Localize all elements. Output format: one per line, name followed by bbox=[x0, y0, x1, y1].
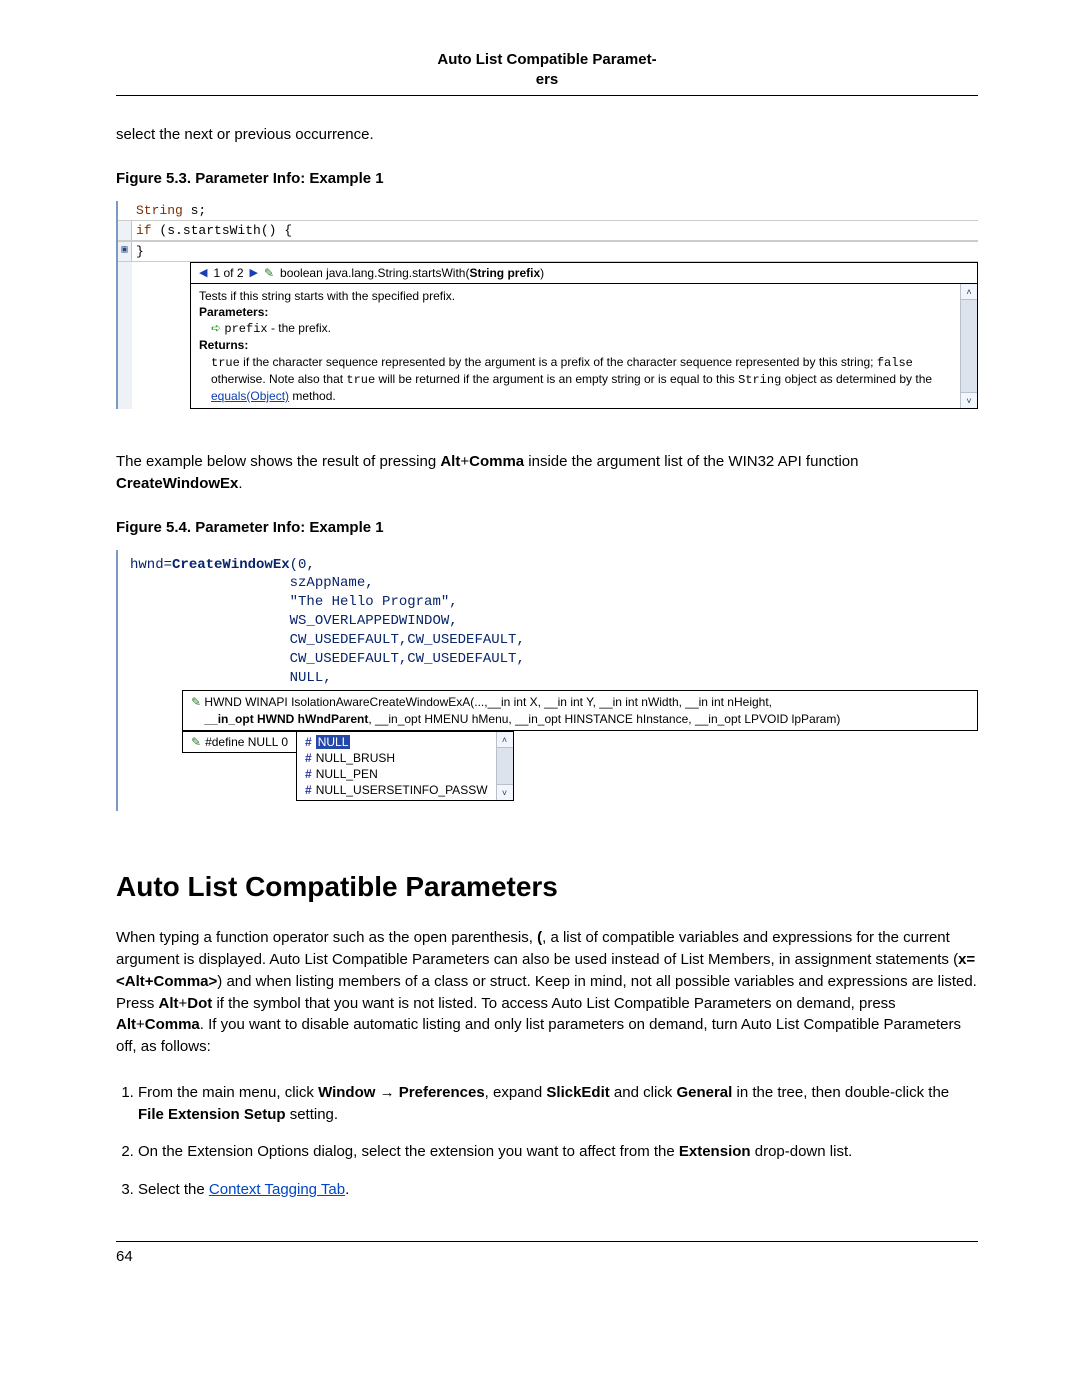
scroll-track[interactable] bbox=[961, 300, 977, 392]
figure-5-3: String s; if (s.startsWith() { ▣ } ◀ 1 o… bbox=[116, 201, 978, 409]
javadoc-box: Tests if this string starts with the spe… bbox=[190, 284, 978, 409]
hash-icon: # bbox=[305, 751, 312, 765]
returns-text: true if the character sequence represent… bbox=[199, 354, 952, 405]
page-number: 64 bbox=[116, 1248, 978, 1265]
section-heading: Auto List Compatible Parameters bbox=[116, 871, 978, 903]
prev-overload-icon[interactable]: ◀ bbox=[199, 266, 207, 279]
completion-item[interactable]: #NULL_PEN bbox=[303, 766, 490, 782]
scroll-up-icon[interactable]: ˄ bbox=[497, 732, 513, 748]
code-line: CW_USEDEFAULT,CW_USEDEFAULT, bbox=[130, 631, 978, 650]
keyword: String bbox=[136, 203, 183, 218]
steps-list: From the main menu, click Window → Prefe… bbox=[116, 1082, 978, 1201]
doc-scrollbar[interactable]: ˄ ˅ bbox=[960, 284, 977, 408]
code-line: CW_USEDEFAULT,CW_USEDEFAULT, bbox=[130, 650, 978, 669]
javadoc-content: Tests if this string starts with the spe… bbox=[191, 284, 960, 408]
hash-icon: # bbox=[305, 767, 312, 781]
code-line-with-gutter: if (s.startsWith() { bbox=[118, 220, 978, 241]
code-line: String s; bbox=[118, 201, 978, 220]
scroll-track[interactable] bbox=[497, 748, 513, 784]
hash-icon: # bbox=[305, 783, 312, 797]
scroll-up-icon[interactable]: ˄ bbox=[961, 284, 977, 300]
completion-scrollbar[interactable]: ˄ ˅ bbox=[496, 732, 513, 800]
header-rule bbox=[116, 95, 978, 96]
tag-icon: ✎ bbox=[191, 695, 201, 709]
scroll-down-icon[interactable]: ˅ bbox=[961, 392, 977, 408]
step-2: On the Extension Options dialog, select … bbox=[138, 1141, 978, 1163]
figure-5-3-caption: Figure 5.3. Parameter Info: Example 1 bbox=[116, 170, 978, 187]
fold-gutter-marker[interactable]: ▣ bbox=[118, 242, 132, 261]
step-1: From the main menu, click Window → Prefe… bbox=[138, 1082, 978, 1126]
tooltip-stack: ◀ 1 of 2 ▶ ✎ boolean java.lang.String.st… bbox=[190, 262, 978, 409]
overload-counter: 1 of 2 bbox=[213, 266, 243, 280]
code-line: NULL, bbox=[130, 669, 978, 688]
step-3: Select the Context Tagging Tab. bbox=[138, 1179, 978, 1201]
signature-text: boolean java.lang.String.startsWith(Stri… bbox=[280, 266, 544, 280]
body-paragraph: When typing a function operator such as … bbox=[116, 927, 978, 1058]
document-page: Auto List Compatible Paramet- ers select… bbox=[0, 0, 1080, 1295]
returns-label: Returns: bbox=[199, 338, 248, 352]
completion-item[interactable]: #NULL_BRUSH bbox=[303, 750, 490, 766]
figure-5-4-caption: Figure 5.4. Parameter Info: Example 1 bbox=[116, 519, 978, 536]
completion-list-items: #NULL #NULL_BRUSH #NULL_PEN #NULL_USERSE… bbox=[297, 732, 496, 800]
page-header: Auto List Compatible Paramet- ers bbox=[116, 50, 978, 89]
keyword: if bbox=[136, 223, 152, 238]
code-line: WS_OVERLAPPEDWINDOW, bbox=[130, 612, 978, 631]
tag-icon: ✎ bbox=[191, 735, 201, 749]
header-line-1: Auto List Compatible Paramet- bbox=[437, 51, 656, 68]
param-arrow-icon: ➪ bbox=[211, 321, 221, 335]
param-desc: - the prefix. bbox=[268, 321, 331, 335]
completion-list[interactable]: #NULL #NULL_BRUSH #NULL_PEN #NULL_USERSE… bbox=[296, 731, 514, 801]
code-line: "The Hello Program", bbox=[130, 593, 978, 612]
tag-icon: ✎ bbox=[264, 266, 274, 280]
doc-summary: Tests if this string starts with the spe… bbox=[199, 288, 952, 304]
footer-rule bbox=[116, 1241, 978, 1242]
context-tagging-tab-link[interactable]: Context Tagging Tab bbox=[209, 1181, 345, 1198]
next-overload-icon[interactable]: ▶ bbox=[250, 266, 258, 279]
header-line-2: ers bbox=[536, 71, 559, 88]
code-line-with-gutter: ▣ } bbox=[118, 241, 978, 262]
figure-5-4: hwnd=CreateWindowEx(0, szAppName, "The H… bbox=[116, 550, 978, 812]
scroll-down-icon[interactable]: ˅ bbox=[497, 784, 513, 800]
code-brace: } bbox=[132, 242, 978, 261]
param-name: prefix bbox=[224, 322, 267, 336]
mid-paragraph: The example below shows the result of pr… bbox=[116, 451, 978, 495]
code-text: if (s.startsWith() { bbox=[132, 221, 978, 240]
hash-icon: # bbox=[305, 735, 312, 749]
tooltip-area: ◀ 1 of 2 ▶ ✎ boolean java.lang.String.st… bbox=[118, 262, 978, 409]
completion-item-selected[interactable]: #NULL bbox=[303, 734, 490, 750]
signature-box: ◀ 1 of 2 ▶ ✎ boolean java.lang.String.st… bbox=[190, 262, 978, 284]
completion-item[interactable]: #NULL_USERSETINFO_PASSW bbox=[303, 782, 490, 798]
code-line: hwnd=CreateWindowEx(0, bbox=[130, 556, 978, 575]
intro-paragraph: select the next or previous occurrence. bbox=[116, 124, 978, 146]
code-line: szAppName, bbox=[130, 574, 978, 593]
signature-box: ✎ HWND WINAPI IsolationAwareCreateWindow… bbox=[182, 690, 978, 732]
tooltip-indent bbox=[132, 262, 190, 409]
parameters-label: Parameters: bbox=[199, 305, 268, 319]
equals-link[interactable]: equals(Object) bbox=[211, 389, 289, 403]
tooltip-wrap: ✎ HWND WINAPI IsolationAwareCreateWindow… bbox=[182, 690, 978, 802]
define-tooltip: ✎ #define NULL 0 bbox=[182, 731, 297, 753]
dropdown-row: ✎ #define NULL 0 #NULL #NULL_BRUSH #NULL… bbox=[182, 731, 978, 801]
fold-gutter[interactable] bbox=[118, 221, 132, 240]
